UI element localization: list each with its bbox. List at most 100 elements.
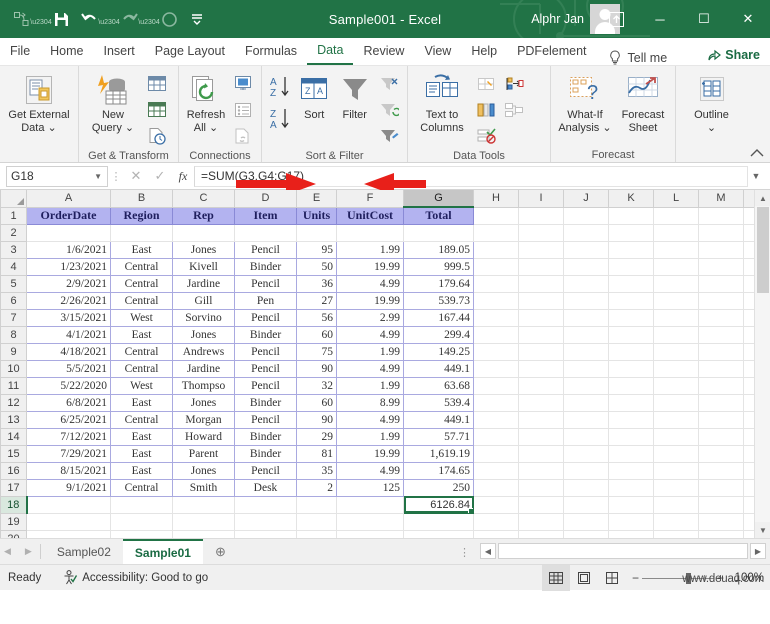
cell-D12[interactable]: Binder (234, 393, 297, 412)
cell-G6[interactable]: 539.73 (403, 291, 474, 310)
cell-J20[interactable] (563, 529, 609, 538)
cell-B8[interactable]: East (110, 325, 173, 344)
cell-K12[interactable] (608, 393, 654, 412)
cell-G8[interactable]: 299.4 (403, 325, 474, 344)
row-header-13[interactable]: 13 (0, 410, 27, 429)
cell-I2[interactable] (518, 223, 564, 242)
cell-H10[interactable] (473, 359, 519, 378)
formula-input[interactable]: =SUM(G3,G4:G17) (194, 165, 748, 187)
cell-A2[interactable] (26, 223, 111, 242)
cell-B18[interactable] (110, 495, 173, 514)
tab-review[interactable]: Review (353, 39, 414, 65)
cell-C3[interactable]: Jones (172, 240, 235, 259)
cell-D9[interactable]: Pencil (234, 342, 297, 361)
cell-I9[interactable] (518, 342, 564, 361)
cell-G15[interactable]: 1,619.19 (403, 444, 474, 463)
close-button[interactable]: ✕ (726, 0, 770, 38)
column-header-l[interactable]: L (653, 190, 699, 208)
cell-H3[interactable] (473, 240, 519, 259)
cell-D5[interactable]: Pencil (234, 274, 297, 293)
text-to-columns-button[interactable]: Text to Columns (413, 70, 471, 134)
cell-C17[interactable]: Smith (172, 478, 235, 497)
cell-F17[interactable]: 125 (336, 478, 404, 497)
cell-L1[interactable] (653, 206, 699, 225)
cell-E10[interactable]: 90 (296, 359, 337, 378)
remove-duplicates-icon[interactable] (473, 98, 499, 122)
tab-pdfelement[interactable]: PDFelement (507, 39, 596, 65)
cell-H19[interactable] (473, 512, 519, 531)
cell-H17[interactable] (473, 478, 519, 497)
cell-A10[interactable]: 5/5/2021 (26, 359, 111, 378)
scroll-down-button[interactable]: ▼ (755, 522, 770, 538)
cell-F9[interactable]: 1.99 (336, 342, 404, 361)
row-header-7[interactable]: 7 (0, 308, 27, 327)
cell-L19[interactable] (653, 512, 699, 531)
cell-K11[interactable] (608, 376, 654, 395)
cell-L10[interactable] (653, 359, 699, 378)
cell-M18[interactable] (698, 495, 744, 514)
cell-J12[interactable] (563, 393, 609, 412)
cell-E7[interactable]: 56 (296, 308, 337, 327)
cell-M9[interactable] (698, 342, 744, 361)
cell-E13[interactable]: 90 (296, 410, 337, 429)
cell-D16[interactable]: Pencil (234, 461, 297, 480)
cell-G16[interactable]: 174.65 (403, 461, 474, 480)
cell-C4[interactable]: Kivell (172, 257, 235, 276)
what-if-analysis-button[interactable]: ? What-If Analysis ⌄ (556, 70, 614, 134)
cell-M7[interactable] (698, 308, 744, 327)
cell-G2[interactable] (403, 223, 474, 242)
cell-F18[interactable] (336, 495, 404, 514)
recent-sources-icon[interactable] (144, 124, 170, 148)
cell-M5[interactable] (698, 274, 744, 293)
cell-M6[interactable] (698, 291, 744, 310)
formula-bar-grip[interactable]: ⋮ (108, 170, 124, 183)
sort-descending-icon[interactable]: ZA (267, 104, 293, 134)
minimize-button[interactable]: ─ (638, 0, 682, 38)
cell-J6[interactable] (563, 291, 609, 310)
row-header-15[interactable]: 15 (0, 444, 27, 463)
cell-E5[interactable]: 36 (296, 274, 337, 293)
row-header-14[interactable]: 14 (0, 427, 27, 446)
cell-K3[interactable] (608, 240, 654, 259)
cell-B20[interactable] (110, 529, 173, 538)
cell-H5[interactable] (473, 274, 519, 293)
cell-C15[interactable]: Parent (172, 444, 235, 463)
column-header-j[interactable]: J (563, 190, 609, 208)
cell-D14[interactable]: Binder (234, 427, 297, 446)
cell-E18[interactable] (296, 495, 337, 514)
cell-B1[interactable]: Region (110, 206, 173, 225)
cell-G4[interactable]: 999.5 (403, 257, 474, 276)
cell-K15[interactable] (608, 444, 654, 463)
tab-view[interactable]: View (414, 39, 461, 65)
zoom-out-button[interactable]: − (632, 571, 639, 585)
cell-E16[interactable]: 35 (296, 461, 337, 480)
cell-B14[interactable]: East (110, 427, 173, 446)
cell-J18[interactable] (563, 495, 609, 514)
cell-E1[interactable]: Units (296, 206, 337, 225)
cell-M15[interactable] (698, 444, 744, 463)
column-header-k[interactable]: K (608, 190, 654, 208)
cell-I20[interactable] (518, 529, 564, 538)
next-sheet-icon[interactable]: ▶ (25, 546, 32, 557)
cell-J7[interactable] (563, 308, 609, 327)
cell-F12[interactable]: 8.99 (336, 393, 404, 412)
cell-D20[interactable] (234, 529, 297, 538)
cell-I4[interactable] (518, 257, 564, 276)
cell-B4[interactable]: Central (110, 257, 173, 276)
cell-F15[interactable]: 19.99 (336, 444, 404, 463)
cell-D19[interactable] (234, 512, 297, 531)
row-header-20[interactable]: 20 (0, 529, 27, 538)
row-header-17[interactable]: 17 (0, 478, 27, 497)
column-header-a[interactable]: A (26, 190, 111, 208)
cell-F4[interactable]: 19.99 (336, 257, 404, 276)
cell-A19[interactable] (26, 512, 111, 531)
cell-J3[interactable] (563, 240, 609, 259)
cell-L4[interactable] (653, 257, 699, 276)
cell-E3[interactable]: 95 (296, 240, 337, 259)
cell-B13[interactable]: Central (110, 410, 173, 429)
cell-J13[interactable] (563, 410, 609, 429)
cell-C2[interactable] (172, 223, 235, 242)
cell-D6[interactable]: Pen (234, 291, 297, 310)
tab-insert[interactable]: Insert (94, 39, 145, 65)
cell-I13[interactable] (518, 410, 564, 429)
